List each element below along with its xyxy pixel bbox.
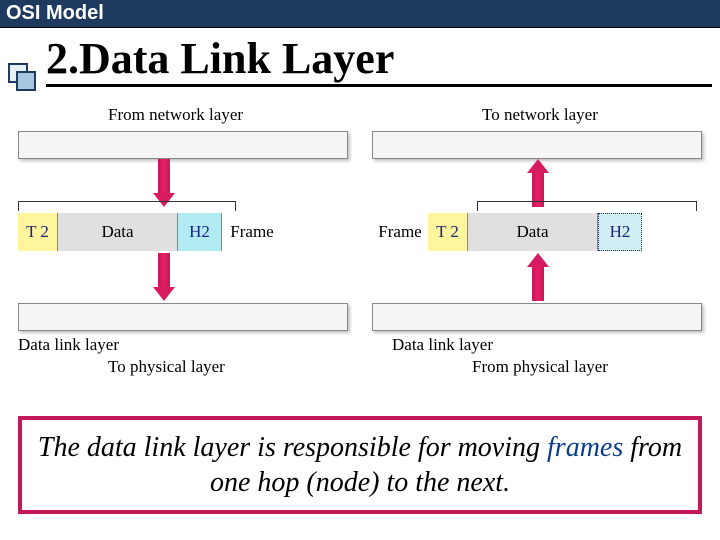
segment-data: Data — [58, 213, 178, 251]
header-title: OSI Model — [6, 2, 104, 24]
frame-label-right: Frame — [372, 213, 428, 251]
caption-keyword: frames — [547, 432, 623, 463]
arrow-down-icon — [153, 253, 175, 301]
arrow-down-icon — [153, 159, 175, 207]
frame-bracket-left — [18, 201, 236, 211]
data-link-label-left: Data link layer — [18, 335, 119, 355]
header-bar: OSI Model — [0, 0, 720, 28]
segment-header: H2 — [598, 213, 642, 251]
segment-trailer: T 2 — [18, 213, 58, 251]
to-network-label: To network layer — [482, 105, 598, 125]
title-row: 2.Data Link Layer — [0, 28, 720, 87]
diagram-row: From network layer T 2 Data H2 Frame Dat… — [0, 87, 720, 371]
diagram-receiving: To network layer Frame T 2 Data H2 Data … — [372, 105, 702, 365]
frame-boxes-right: Frame T 2 Data H2 — [372, 213, 702, 251]
arrow-up-icon — [527, 159, 549, 207]
diagram-sending: From network layer T 2 Data H2 Frame Dat… — [18, 105, 348, 365]
from-physical-label: From physical layer — [472, 357, 608, 377]
page-title: 2.Data Link Layer — [46, 36, 712, 87]
frame-bracket-right — [477, 201, 697, 211]
bullet-squares-icon — [8, 45, 44, 87]
caption-pre: The data link layer is responsible for m… — [38, 432, 547, 463]
segment-data: Data — [468, 213, 598, 251]
segment-header: H2 — [178, 213, 222, 251]
upper-layer-box-left — [18, 131, 348, 159]
data-link-label-right: Data link layer — [392, 335, 493, 355]
arrow-up-icon — [527, 253, 549, 301]
segment-trailer: T 2 — [428, 213, 468, 251]
to-physical-label: To physical layer — [108, 357, 225, 377]
lower-layer-box-left — [18, 303, 348, 331]
frame-boxes-left: T 2 Data H2 Frame — [18, 213, 298, 251]
upper-layer-box-right — [372, 131, 702, 159]
caption-box: The data link layer is responsible for m… — [18, 416, 702, 514]
lower-layer-box-right — [372, 303, 702, 331]
frame-label-left: Frame — [222, 213, 282, 251]
from-network-label: From network layer — [108, 105, 243, 125]
